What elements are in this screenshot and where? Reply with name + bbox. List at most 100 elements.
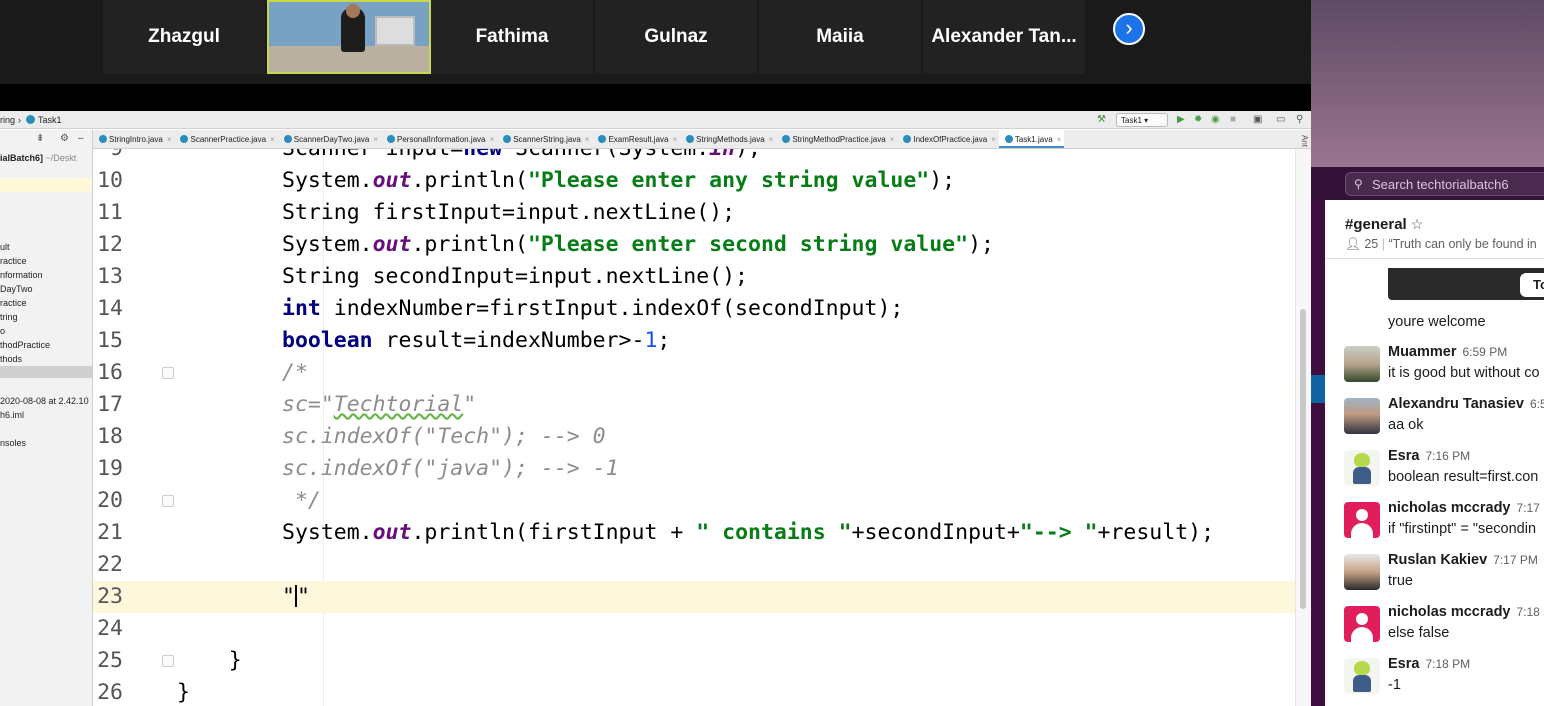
- message-author[interactable]: Alexandru Tanasiev 6:5: [1388, 396, 1544, 412]
- message-time[interactable]: 7:17 PM: [1493, 553, 1538, 567]
- author-name[interactable]: nicholas mccrady: [1388, 604, 1511, 620]
- avatar[interactable]: [1344, 398, 1380, 434]
- tree-item[interactable]: [0, 366, 89, 380]
- layout-icon[interactable]: ▭: [1276, 114, 1285, 126]
- avatar[interactable]: [1344, 346, 1380, 382]
- message-author[interactable]: nicholas mccrady 7:17 P: [1388, 500, 1544, 516]
- avatar[interactable]: [1344, 658, 1380, 694]
- collapse-all-icon[interactable]: ⇟: [36, 133, 44, 144]
- tree-item[interactable]: [0, 380, 89, 394]
- tree-item[interactable]: nsoles: [0, 436, 89, 450]
- tree-item[interactable]: o: [0, 324, 89, 338]
- participant-video-tile[interactable]: [267, 0, 431, 74]
- code-line[interactable]: 24: [93, 613, 1295, 645]
- tree-item[interactable]: tring: [0, 310, 89, 324]
- editor-tab[interactable]: PersonalInformation.java ×: [381, 130, 497, 148]
- project-root-row[interactable]: ialBatch6] ~/Deskt: [0, 153, 92, 163]
- participant-tile[interactable]: Maiia: [759, 0, 921, 74]
- close-icon[interactable]: ×: [890, 135, 895, 144]
- author-name[interactable]: nicholas mccrady: [1388, 500, 1511, 516]
- code-line[interactable]: 25 }: [93, 645, 1295, 677]
- tree-item[interactable]: thodPractice: [0, 338, 89, 352]
- close-icon[interactable]: ×: [373, 135, 378, 144]
- project-structure-icon[interactable]: ▣: [1253, 114, 1262, 126]
- coverage-icon[interactable]: ◉: [1211, 114, 1220, 126]
- avatar[interactable]: [1344, 450, 1380, 486]
- breadcrumb-module[interactable]: ring: [0, 115, 15, 125]
- message-time[interactable]: 6:5: [1530, 397, 1544, 411]
- minimize-icon[interactable]: –: [78, 133, 84, 144]
- code-line[interactable]: 16 /*: [93, 357, 1295, 389]
- fold-marker-icon[interactable]: [162, 495, 174, 507]
- code-line[interactable]: 22: [93, 549, 1295, 581]
- message-author[interactable]: nicholas mccrady 7:18 P: [1388, 604, 1544, 620]
- author-name[interactable]: Ruslan Kakiev: [1388, 552, 1487, 568]
- tree-item[interactable]: [0, 422, 89, 436]
- avatar[interactable]: [1344, 606, 1380, 642]
- gear-icon[interactable]: ⚙: [60, 133, 69, 144]
- code-line[interactable]: 18 sc.indexOf("Tech"); --> 0: [93, 421, 1295, 453]
- message-author[interactable]: Muammer 6:59 PM: [1388, 344, 1507, 360]
- star-icon[interactable]: ☆: [1411, 216, 1424, 232]
- close-icon[interactable]: ×: [991, 135, 996, 144]
- editor-tab[interactable]: StringMethodPractice.java ×: [776, 130, 897, 148]
- tree-item[interactable]: ult: [0, 240, 89, 254]
- avatar[interactable]: [1344, 502, 1380, 538]
- code-editor[interactable]: 9Scanner input=new Scanner(System.in);10…: [93, 149, 1295, 706]
- editor-scrollbar[interactable]: [1295, 149, 1311, 706]
- tree-item[interactable]: ractice: [0, 254, 89, 268]
- code-line[interactable]: 21 System.out.println(firstInput + " cont…: [93, 517, 1295, 549]
- editor-tab[interactable]: ScannerString.java ×: [497, 130, 592, 148]
- message-author[interactable]: Esra 7:16 PM: [1388, 448, 1470, 464]
- avatar[interactable]: [1344, 554, 1380, 590]
- editor-tab[interactable]: Task1.java ×: [998, 130, 1065, 148]
- editor-tab[interactable]: IndexOfPractice.java ×: [897, 130, 998, 148]
- code-line[interactable]: 20 */: [93, 485, 1295, 517]
- author-name[interactable]: Esra: [1388, 448, 1419, 464]
- code-line[interactable]: 13 String secondInput=input.nextLine();: [93, 261, 1295, 293]
- message-time[interactable]: 7:17 P: [1517, 501, 1544, 515]
- message-time[interactable]: 7:16 PM: [1425, 449, 1470, 463]
- ant-tool-window-label[interactable]: Ant: [1300, 135, 1309, 147]
- editor-tab[interactable]: ScannerPractice.java ×: [174, 130, 277, 148]
- code-line[interactable]: 17 sc="Techtorial": [93, 389, 1295, 421]
- message-author[interactable]: Esra 7:18 PM: [1388, 656, 1470, 672]
- close-icon[interactable]: ×: [167, 135, 172, 144]
- author-name[interactable]: Alexandru Tanasiev: [1388, 396, 1524, 412]
- tree-item[interactable]: h6.iml: [0, 408, 89, 422]
- message-time[interactable]: 7:18 P: [1517, 605, 1544, 619]
- scrollbar-thumb[interactable]: [1300, 309, 1306, 609]
- editor-tab[interactable]: ScannerDayTwo.java ×: [278, 130, 381, 148]
- close-icon[interactable]: ×: [585, 135, 590, 144]
- code-line[interactable]: 26}: [93, 677, 1295, 706]
- run-icon[interactable]: ▶: [1177, 114, 1185, 126]
- participant-tile[interactable]: Zhazgul: [103, 0, 265, 74]
- fold-marker-icon[interactable]: [162, 367, 174, 379]
- code-line[interactable]: 9 Scanner input=new Scanner(System.in);: [93, 149, 1295, 165]
- tree-item[interactable]: DayTwo: [0, 282, 89, 296]
- code-line[interactable]: 10 System.out.println("Please enter any s…: [93, 165, 1295, 197]
- tree-item[interactable]: ractice: [0, 296, 89, 310]
- code-line[interactable]: 11 String firstInput=input.nextLine();: [93, 197, 1295, 229]
- member-count[interactable]: 25: [1364, 237, 1378, 251]
- build-hammer-icon[interactable]: ⚒: [1097, 114, 1106, 126]
- participant-tile[interactable]: Alexander Tan...: [923, 0, 1085, 74]
- breadcrumb-file[interactable]: Task1: [26, 115, 62, 125]
- channel-header[interactable]: #general ☆: [1345, 216, 1423, 233]
- tree-item[interactable]: nformation: [0, 268, 89, 282]
- next-participants-button[interactable]: ›: [1113, 13, 1145, 45]
- stop-icon[interactable]: ■: [1230, 114, 1236, 126]
- close-icon[interactable]: ×: [1057, 135, 1062, 144]
- search-icon[interactable]: ⚲: [1296, 114, 1303, 126]
- author-name[interactable]: Muammer: [1388, 344, 1457, 360]
- code-line[interactable]: 19 sc.indexOf("java"); --> -1: [93, 453, 1295, 485]
- editor-tab[interactable]: ExamResult.java ×: [592, 130, 680, 148]
- close-icon[interactable]: ×: [270, 135, 275, 144]
- code-line[interactable]: 12 System.out.println("Please enter secon…: [93, 229, 1295, 261]
- close-icon[interactable]: ×: [672, 135, 677, 144]
- editor-tab[interactable]: StringIntro.java ×: [93, 130, 174, 148]
- members-icon[interactable]: 👤︎: [1345, 237, 1361, 251]
- participant-tile[interactable]: Gulnaz: [595, 0, 757, 74]
- message-time[interactable]: 6:59 PM: [1463, 345, 1508, 359]
- fold-marker-icon[interactable]: [162, 655, 174, 667]
